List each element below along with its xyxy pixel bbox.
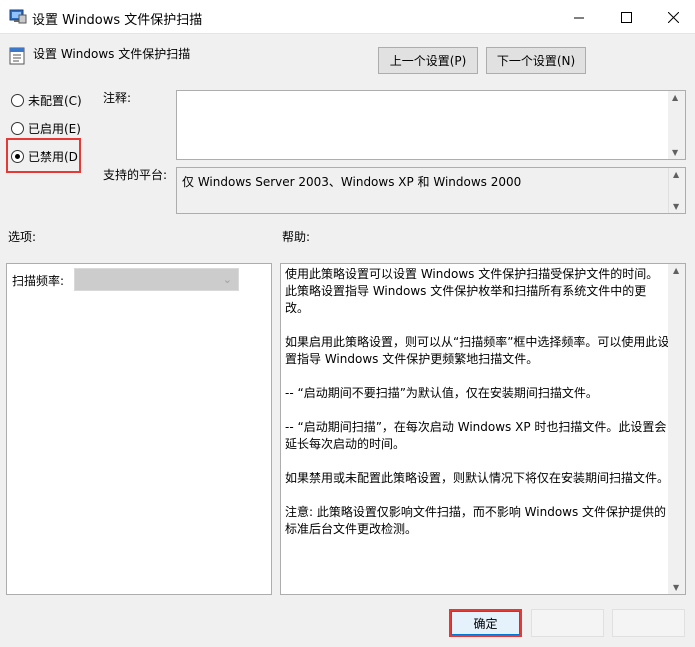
scan-frequency-label: 扫描频率: [12, 274, 65, 288]
radio-enabled[interactable]: 已启用(E) [11, 119, 81, 137]
next-setting-button[interactable]: 下一个设置(N) [486, 47, 586, 74]
minimize-button[interactable] [556, 0, 602, 34]
options-label: 选项: [8, 230, 37, 244]
platform-scrollbar[interactable]: ▲ ▼ [668, 168, 685, 213]
ok-button-label: 确定 [451, 611, 520, 635]
scroll-down-icon[interactable]: ▼ [672, 148, 678, 157]
help-pane: 使用此策略设置可以设置 Windows 文件保护扫描受保护文件的时间。此策略设置… [280, 263, 686, 595]
highlight-box [6, 138, 81, 173]
chevron-down-icon: ⌄ [222, 273, 232, 286]
dialog-body: 设置 Windows 文件保护扫描 上一个设置(P) 下一个设置(N) 未配置(… [0, 34, 695, 647]
comment-label: 注释: [103, 91, 132, 105]
help-paragraph: 注意: 此策略设置仅影响文件扫描，而不影响 Windows 文件保护提供的标准后… [285, 505, 667, 536]
cancel-button[interactable] [531, 609, 604, 637]
radio-label: 已启用(E) [28, 121, 81, 136]
radio-not-configured[interactable]: 未配置(C) [11, 91, 82, 109]
radio-label: 未配置(C) [28, 93, 82, 108]
scroll-up-icon[interactable]: ▲ [673, 266, 679, 275]
platform-label: 支持的平台: [103, 168, 168, 182]
comment-scrollbar[interactable]: ▲ ▼ [668, 91, 685, 159]
help-paragraph: 如果启用此策略设置，则可以从“扫描频率”框中选择频率。可以使用此设置指导 Win… [285, 335, 670, 366]
help-paragraph: 使用此策略设置可以设置 Windows 文件保护扫描受保护文件的时间。此策略设置… [285, 267, 659, 315]
radio-button-icon [11, 121, 24, 135]
ok-button[interactable]: 确定 [449, 609, 522, 637]
options-pane: 扫描频率: ⌄ [6, 263, 272, 595]
minimize-icon [573, 17, 584, 18]
window-title: 设置 Windows 文件保护扫描 [32, 13, 203, 28]
help-scrollbar[interactable]: ▲ ▼ [668, 264, 685, 594]
policy-title: 设置 Windows 文件保护扫描 [33, 47, 191, 61]
policy-settings-icon [9, 8, 27, 24]
scan-frequency-select[interactable]: ⌄ [74, 268, 239, 291]
maximize-icon [620, 11, 632, 23]
help-label: 帮助: [282, 230, 311, 244]
apply-button[interactable] [612, 609, 685, 637]
title-bar: 设置 Windows 文件保护扫描 [0, 0, 695, 34]
comment-textarea[interactable]: ▲ ▼ [176, 90, 686, 160]
maximize-button[interactable] [603, 0, 649, 34]
platform-value: 仅 Windows Server 2003、Windows XP 和 Windo… [182, 175, 522, 189]
help-text: 使用此策略设置可以设置 Windows 文件保护扫描受保护文件的时间。此策略设置… [285, 266, 670, 555]
radio-button-icon [11, 93, 24, 107]
scroll-down-icon[interactable]: ▼ [673, 583, 679, 592]
close-button[interactable] [650, 0, 695, 34]
scroll-up-icon[interactable]: ▲ [672, 93, 678, 102]
close-icon [667, 11, 679, 23]
platform-field: 仅 Windows Server 2003、Windows XP 和 Windo… [176, 167, 686, 214]
scroll-down-icon[interactable]: ▼ [673, 202, 679, 211]
help-paragraph: 如果禁用或未配置此策略设置，则默认情况下将仅在安装期间扫描文件。 [285, 471, 670, 485]
policy-document-icon [9, 47, 25, 65]
help-paragraph: -- “启动期间扫描”，在每次启动 Windows XP 时也扫描文件。此设置会… [285, 420, 667, 451]
previous-setting-button[interactable]: 上一个设置(P) [378, 47, 478, 74]
help-paragraph: -- “启动期间不要扫描”为默认值，仅在安装期间扫描文件。 [285, 386, 598, 400]
scroll-up-icon[interactable]: ▲ [673, 170, 679, 179]
